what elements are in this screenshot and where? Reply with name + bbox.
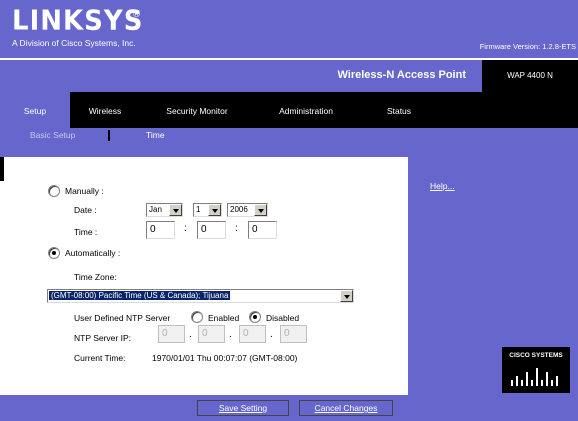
cisco-logo-text: CISCO SYSTEMS: [509, 352, 563, 359]
firmware-version: Firmware Version: 1.2.8-ETS: [479, 42, 576, 51]
sub-nav: Basic Setup Time: [0, 128, 578, 144]
day-select[interactable]: 1: [193, 203, 222, 217]
date-label: Date :: [74, 205, 97, 215]
chevron-down-icon: [340, 290, 353, 302]
help-panel: Help... CISCO SYSTEMS: [408, 157, 578, 395]
cisco-logo: CISCO SYSTEMS: [502, 347, 570, 393]
automatic-label: Automatically :: [65, 248, 121, 258]
ntp-ip-label: NTP Server IP:: [74, 333, 131, 343]
model-name: WAP 4400 N: [482, 60, 578, 92]
chevron-down-icon: [254, 204, 267, 216]
ntp-ip-octet-4[interactable]: 0: [280, 325, 307, 343]
day-value: 1: [196, 205, 201, 214]
ntp-disabled-label: Disabled: [266, 313, 300, 323]
month-select[interactable]: Jan: [146, 203, 183, 217]
second-input[interactable]: 0: [248, 221, 277, 239]
hour-input[interactable]: 0: [146, 221, 175, 239]
ip-dot: .: [189, 329, 192, 340]
product-bar: Wireless-N Access Point WAP 4400 N: [0, 58, 578, 92]
ip-dot: .: [229, 329, 232, 340]
tab-security-monitor[interactable]: Security Monitor: [146, 92, 248, 128]
timezone-label: Time Zone:: [74, 272, 117, 282]
main-nav: Setup Wireless Security Monitor Administ…: [0, 92, 578, 128]
time-separator: :: [184, 223, 187, 234]
action-bar: Save Setting Cancel Changes: [0, 395, 578, 421]
subnav-divider: [108, 130, 110, 141]
year-value: 2006: [230, 205, 248, 214]
product-name: Wireless-N Access Point: [337, 69, 467, 81]
linksys-logo: LINKSYS: [12, 5, 144, 37]
cisco-bars-icon: [511, 368, 558, 386]
tab-administration[interactable]: Administration: [256, 92, 356, 128]
ntp-ip-octet-1[interactable]: 0: [158, 325, 185, 343]
time-label: Time :: [74, 227, 98, 237]
time-settings-panel: Manually : Date : Jan 1 2006 Time : 0 : …: [0, 157, 408, 395]
subtab-time[interactable]: Time: [146, 130, 165, 140]
header-strip: [0, 144, 578, 158]
tab-status[interactable]: Status: [364, 92, 434, 128]
ntp-disabled-radio[interactable]: [249, 311, 261, 323]
timezone-select[interactable]: (GMT-08:00) Pacific Time (US & Canada); …: [47, 289, 354, 303]
tab-wireless[interactable]: Wireless: [70, 92, 140, 128]
time-separator: :: [235, 223, 238, 234]
manual-label: Manually :: [65, 186, 104, 196]
ntp-enabled-radio[interactable]: [191, 311, 203, 323]
minute-input[interactable]: 0: [197, 221, 226, 239]
subtab-basic-setup[interactable]: Basic Setup: [30, 130, 75, 140]
registered-mark: ®: [132, 10, 141, 20]
current-time-value: 1970/01/01 Thu 00:07:07 (GMT-08:00): [152, 353, 298, 363]
month-value: Jan: [149, 205, 162, 214]
tab-setup[interactable]: Setup: [0, 92, 70, 128]
ntp-server-label: User Defined NTP Server: [74, 313, 171, 323]
year-select[interactable]: 2006: [227, 203, 268, 217]
ntp-ip-octet-3[interactable]: 0: [239, 325, 266, 343]
current-time-label: Current Time:: [74, 353, 126, 363]
ip-dot: .: [270, 329, 273, 340]
section-marker: [0, 157, 4, 181]
help-link[interactable]: Help...: [430, 181, 455, 191]
chevron-down-icon: [169, 204, 182, 216]
cancel-button[interactable]: Cancel Changes: [299, 400, 393, 416]
header: LINKSYS ® A Division of Cisco Systems, I…: [0, 0, 578, 58]
chevron-down-icon: [208, 204, 221, 216]
save-button[interactable]: Save Setting: [197, 400, 289, 416]
ntp-ip-octet-2[interactable]: 0: [198, 325, 225, 343]
logo-subtitle: A Division of Cisco Systems, Inc.: [12, 38, 136, 48]
ntp-enabled-label: Enabled: [208, 313, 240, 323]
timezone-value: (GMT-08:00) Pacific Time (US & Canada); …: [49, 291, 231, 300]
manual-radio[interactable]: [48, 185, 60, 197]
automatic-radio[interactable]: [48, 247, 60, 259]
